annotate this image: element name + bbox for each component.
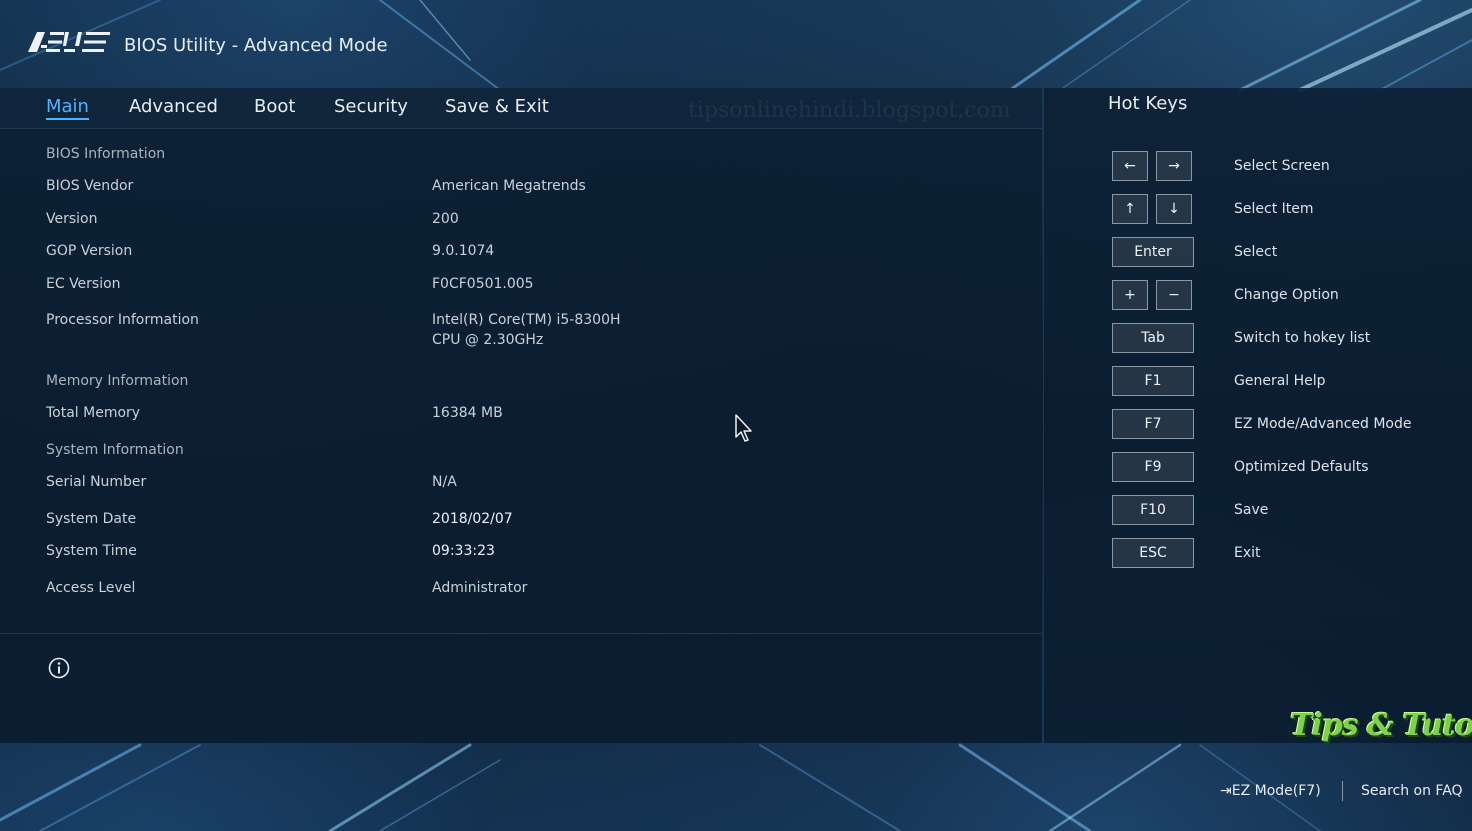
hotkey-label-save: Save xyxy=(1234,502,1269,518)
hotkey-label-select-item: Select Item xyxy=(1234,201,1314,217)
footer-separator xyxy=(1342,781,1343,801)
version-label: Version xyxy=(46,211,98,227)
tab-main[interactable]: Main xyxy=(46,96,89,120)
plus-key: + xyxy=(1112,280,1148,310)
hotkey-label-optimized-defaults: Optimized Defaults xyxy=(1234,459,1369,475)
access-level-label: Access Level xyxy=(46,580,136,596)
ez-mode-label: EZ Mode(F7) xyxy=(1231,783,1321,799)
hotkey-label-select: Select xyxy=(1234,244,1278,260)
asus-logo xyxy=(28,32,110,52)
bios-vendor-value: American Megatrends xyxy=(432,178,586,194)
version-value: 200 xyxy=(432,211,459,227)
gop-version-value: 9.0.1074 xyxy=(432,243,495,259)
main-panel: Main Advanced Boot Security Save & Exit … xyxy=(0,88,1042,743)
tab-boot[interactable]: Boot xyxy=(254,96,295,117)
tips-tutorial-logo: Tips & Tutorial xyxy=(1290,708,1472,743)
bios-info-heading: BIOS Information xyxy=(46,146,166,162)
f1-key: F1 xyxy=(1112,366,1194,396)
total-memory-label: Total Memory xyxy=(46,405,141,421)
enter-key: Enter xyxy=(1112,237,1194,267)
watermark: tipsonlinehindi.blogspot.com xyxy=(688,98,1011,123)
ec-version-label: EC Version xyxy=(46,276,121,292)
top-bar: BIOS Utility - Advanced Mode xyxy=(0,0,1472,88)
minus-key: − xyxy=(1156,280,1192,310)
system-info-heading: System Information xyxy=(46,442,184,458)
serial-number-value: N/A xyxy=(432,474,457,490)
search-faq-button[interactable]: Search on FAQ xyxy=(1361,783,1463,799)
hotkey-label-switch-hotkey: Switch to hokey list xyxy=(1234,330,1371,346)
hotkeys-panel: Hot Keys ← → Select Screen ↑ ↓ Select It… xyxy=(1043,88,1472,743)
ez-mode-button[interactable]: ⇥EZ Mode(F7) xyxy=(1220,783,1321,799)
system-time-value[interactable]: 09:33:23 xyxy=(432,541,495,561)
system-date-value[interactable]: 2018/02/07 xyxy=(432,509,513,529)
right-arrow-key: → xyxy=(1156,151,1192,181)
processor-info-label: Processor Information xyxy=(46,312,199,328)
f10-key: F10 xyxy=(1112,495,1194,525)
gop-version-label: GOP Version xyxy=(46,243,133,259)
processor-value-line1: Intel(R) Core(TM) i5-8300H xyxy=(432,312,621,328)
bottom-bar: ⇥EZ Mode(F7) Search on FAQ xyxy=(0,743,1472,831)
hotkeys-title: Hot Keys xyxy=(1108,93,1188,114)
help-divider xyxy=(0,633,1042,634)
up-arrow-key: ↑ xyxy=(1112,194,1148,224)
hotkey-label-ez-advanced: EZ Mode/Advanced Mode xyxy=(1234,416,1412,432)
tab-bar: Main Advanced Boot Security Save & Exit … xyxy=(0,88,1042,129)
f7-key: F7 xyxy=(1112,409,1194,439)
down-arrow-key: ↓ xyxy=(1156,194,1192,224)
hotkey-label-select-screen: Select Screen xyxy=(1234,158,1330,174)
access-level-value: Administrator xyxy=(432,580,528,596)
hotkey-label-exit: Exit xyxy=(1234,545,1261,561)
esc-key: ESC xyxy=(1112,538,1194,568)
system-date-label: System Date xyxy=(46,511,137,527)
total-memory-value: 16384 MB xyxy=(432,405,503,421)
system-time-label: System Time xyxy=(46,543,137,559)
info-icon xyxy=(48,657,70,679)
tab-save-exit[interactable]: Save & Exit xyxy=(445,96,549,117)
memory-info-heading: Memory Information xyxy=(46,373,189,389)
exit-arrow-icon: ⇥ xyxy=(1220,783,1232,799)
hotkey-label-change-option: Change Option xyxy=(1234,287,1339,303)
app-title: BIOS Utility - Advanced Mode xyxy=(124,35,388,56)
bios-vendor-label: BIOS Vendor xyxy=(46,178,134,194)
serial-number-label: Serial Number xyxy=(46,474,147,490)
processor-value-line2: CPU @ 2.30GHz xyxy=(432,332,544,348)
tab-key: Tab xyxy=(1112,323,1194,353)
left-arrow-key: ← xyxy=(1112,151,1148,181)
tab-security[interactable]: Security xyxy=(334,96,408,117)
hotkey-label-general-help: General Help xyxy=(1234,373,1326,389)
mouse-cursor-icon xyxy=(735,414,752,442)
ec-version-value: F0CF0501.005 xyxy=(432,276,534,292)
f9-key: F9 xyxy=(1112,452,1194,482)
tab-advanced[interactable]: Advanced xyxy=(129,96,218,117)
